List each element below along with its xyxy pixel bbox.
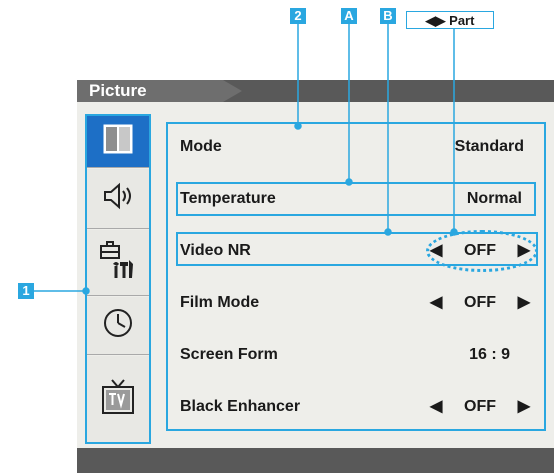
callout-leader-lines bbox=[34, 24, 458, 295]
